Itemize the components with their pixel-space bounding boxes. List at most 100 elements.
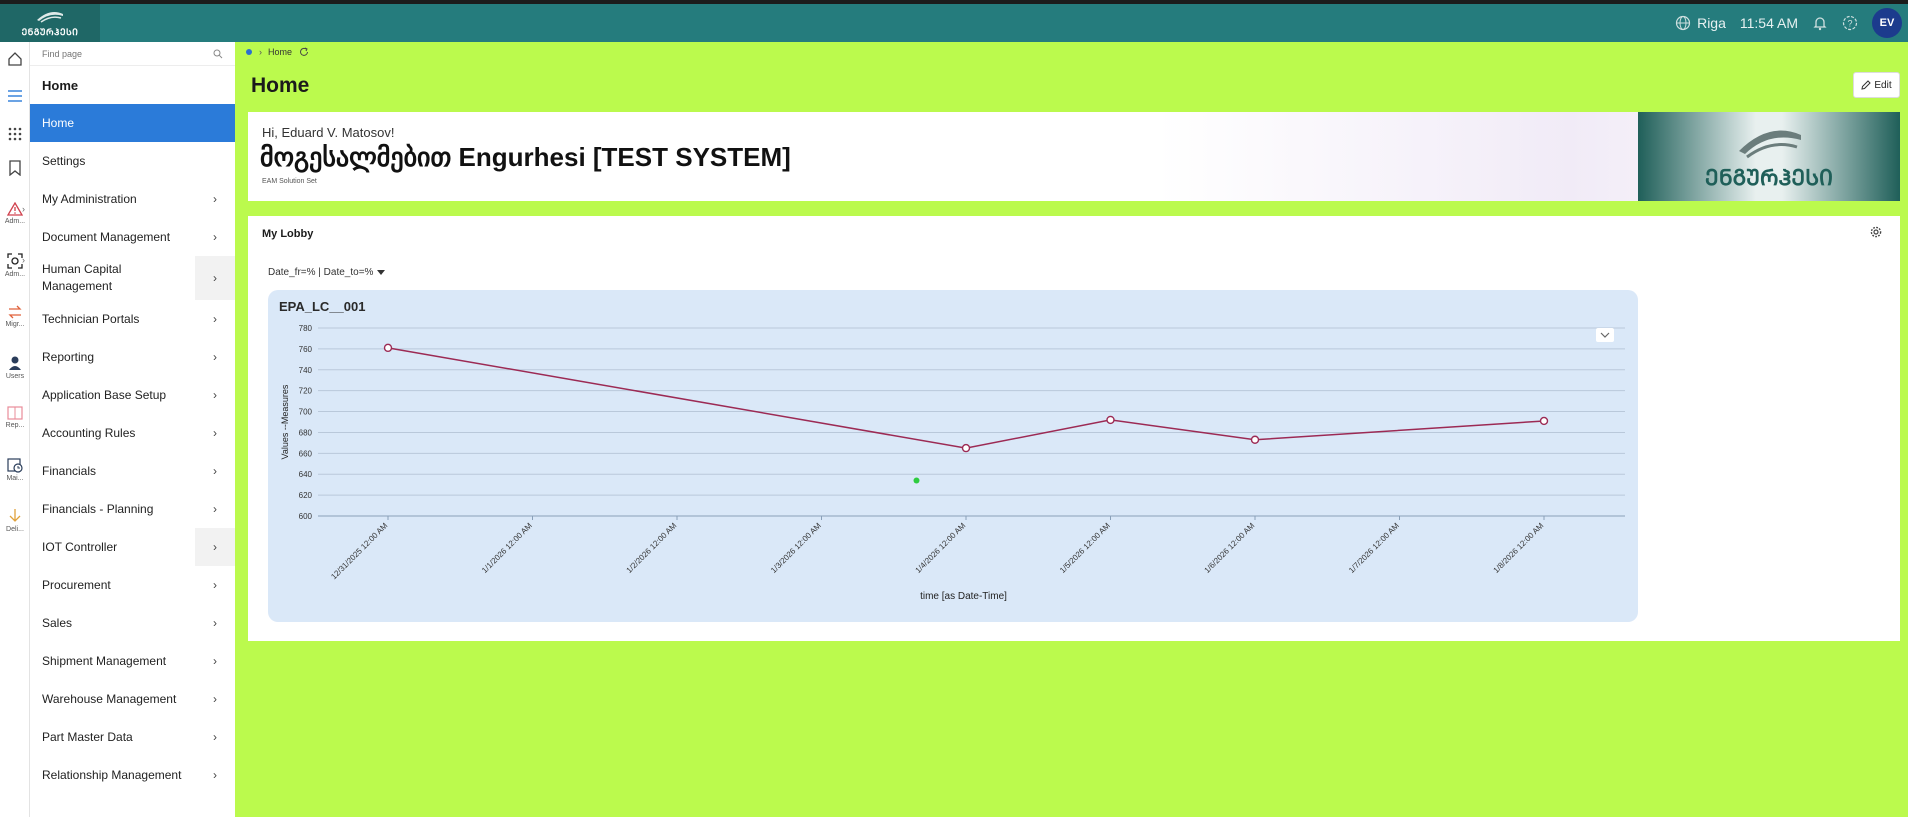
- chevron-right-icon[interactable]: ›: [195, 218, 235, 256]
- date-filter-dropdown[interactable]: Date_fr=% | Date_to=%: [268, 267, 386, 278]
- rail-caption: Deli...: [6, 526, 24, 533]
- chevron-right-icon[interactable]: ›: [195, 256, 235, 300]
- breadcrumb-root-icon[interactable]: [246, 49, 252, 55]
- sidebar-item-settings[interactable]: Settings: [30, 142, 235, 180]
- apps-grid-icon: [8, 127, 22, 141]
- line-chart: 600 620 640 660 680 700 720 740 760 780 12/31/2025…: [280, 324, 1625, 602]
- page-title: Home: [251, 74, 310, 97]
- find-page-input[interactable]: [42, 48, 192, 59]
- chevron-right-icon[interactable]: ›: [195, 642, 235, 680]
- alert-triangle-icon: [7, 202, 23, 216]
- chart-menu-button[interactable]: [1596, 328, 1614, 342]
- notifications-button[interactable]: [1812, 15, 1828, 31]
- banner-logo-text: ᲔᲜᲒᲣᲠᲰᲔᲡᲘ: [1705, 165, 1833, 190]
- chevron-right-icon[interactable]: ›: [195, 414, 235, 452]
- sidebar-item-human-capital[interactable]: Human Capital Management ›: [30, 256, 235, 300]
- app-logo[interactable]: ᲔᲜᲒᲣᲠᲰᲔᲡᲘ: [0, 4, 100, 42]
- sidebar-item-reporting[interactable]: Reporting ›: [30, 338, 235, 376]
- data-point: [961, 443, 971, 453]
- chevron-right-icon[interactable]: ›: [195, 376, 235, 414]
- rail-reports[interactable]: Rep...: [0, 406, 30, 429]
- sidebar-item-iot-controller[interactable]: IOT Controller ›: [30, 528, 235, 566]
- rail-menu[interactable]: [0, 89, 30, 103]
- sidebar-item-sales[interactable]: Sales ›: [30, 604, 235, 642]
- y-tick-label: 680: [299, 428, 313, 437]
- chevron-right-icon[interactable]: ›: [195, 452, 235, 490]
- x-tick-label: 1/2/2026 12:00 AM: [625, 521, 679, 575]
- x-tick-label: 1/1/2026 12:00 AM: [480, 521, 534, 575]
- clock: 11:54 AM: [1740, 15, 1798, 31]
- rail-migration[interactable]: Migr...: [0, 305, 30, 328]
- sidebar-item-financials[interactable]: Financials ›: [30, 452, 235, 490]
- chevron-right-icon[interactable]: ›: [195, 566, 235, 604]
- rail-maintenance[interactable]: Mai...: [0, 457, 30, 482]
- breadcrumb-current[interactable]: Home: [268, 47, 292, 57]
- x-tick-label: 1/7/2026 12:00 AM: [1347, 521, 1401, 575]
- svg-text:?: ?: [1847, 19, 1852, 29]
- extra-data-point: [913, 477, 920, 484]
- edit-button[interactable]: Edit: [1853, 72, 1900, 98]
- top-bar: ᲔᲜᲒᲣᲠᲰᲔᲡᲘ Riga 11:54 AM ? EV: [0, 4, 1908, 42]
- rail-caption: Migr...: [5, 321, 25, 328]
- sidebar-item-financials-planning[interactable]: Financials - Planning ›: [30, 490, 235, 528]
- data-point: [1106, 415, 1115, 425]
- rail-users[interactable]: Users: [0, 355, 30, 380]
- chevron-right-icon[interactable]: ›: [195, 300, 235, 338]
- time-label: 11:54 AM: [1739, 15, 1798, 31]
- sidebar-item-relationship-management[interactable]: Relationship Management ›: [30, 756, 235, 794]
- top-right-tools: Riga 11:54 AM ? EV: [1675, 4, 1908, 42]
- chevron-right-icon[interactable]: ›: [195, 490, 235, 528]
- menu-icon: [8, 90, 22, 102]
- rail-bookmarks[interactable]: [0, 160, 30, 176]
- report-book-icon: [7, 406, 23, 420]
- user-icon: [9, 356, 21, 370]
- chevron-right-icon[interactable]: ›: [195, 718, 235, 756]
- logo-text: ᲔᲜᲒᲣᲠᲰᲔᲡᲘ: [21, 27, 79, 37]
- y-tick-label: 660: [299, 449, 313, 458]
- banner-subtitle: EAM Solution Set: [262, 178, 317, 185]
- sidebar-item-home[interactable]: Home: [30, 104, 235, 142]
- sidebar-item-procurement[interactable]: Procurement ›: [30, 566, 235, 604]
- sidebar-item-shipment-management[interactable]: Shipment Management ›: [30, 642, 235, 680]
- rail-caption: Rep...: [5, 422, 25, 429]
- home-icon: [8, 52, 22, 66]
- chevron-right-icon[interactable]: ›: [195, 338, 235, 376]
- chevron-right-icon[interactable]: ›: [195, 604, 235, 642]
- sidebar-item-part-master-data[interactable]: Part Master Data ›: [30, 718, 235, 756]
- rail-delivery[interactable]: Deli...: [0, 508, 30, 533]
- search-icon[interactable]: [213, 49, 223, 59]
- y-tick-label: 640: [299, 470, 313, 479]
- y-tick-label: 740: [299, 366, 313, 375]
- pencil-icon: [1861, 80, 1872, 90]
- rail-apps[interactable]: [0, 127, 30, 141]
- rail-admin-scan[interactable]: Adm...: [0, 253, 30, 278]
- data-point: [1539, 416, 1549, 426]
- logo-mark-icon: [1739, 130, 1801, 159]
- user-avatar[interactable]: EV: [1872, 8, 1902, 38]
- chevron-right-icon[interactable]: ›: [195, 528, 235, 566]
- rail-home[interactable]: [0, 51, 30, 67]
- sidebar-item-application-base-setup[interactable]: Application Base Setup ›: [30, 376, 235, 414]
- chevron-right-icon[interactable]: ›: [195, 680, 235, 718]
- sidebar-item-my-administration[interactable]: My Administration ›: [30, 180, 235, 218]
- x-axis-label: time [as Date-Time]: [920, 591, 1007, 602]
- sidebar-item-technician-portals[interactable]: Technician Portals ›: [30, 300, 235, 338]
- gear-icon[interactable]: [1870, 226, 1882, 238]
- find-page-bar: [30, 42, 235, 66]
- refresh-icon[interactable]: [299, 47, 309, 57]
- chevron-right-icon[interactable]: ›: [195, 756, 235, 794]
- location-label: Riga: [1697, 15, 1726, 31]
- sidebar-item-document-management[interactable]: Document Management ›: [30, 218, 235, 256]
- sidebar-item-warehouse-management[interactable]: Warehouse Management ›: [30, 680, 235, 718]
- sidebar-title: Home: [42, 77, 79, 93]
- rail-caption: Mai...: [6, 475, 24, 482]
- scan-icon: [7, 253, 23, 269]
- chevron-right-icon[interactable]: ›: [195, 180, 235, 218]
- sidebar-item-accounting-rules[interactable]: Accounting Rules ›: [30, 414, 235, 452]
- rail-admin-alerts[interactable]: Adm...: [0, 202, 30, 225]
- bookmark-icon: [9, 160, 21, 176]
- help-button[interactable]: ?: [1842, 15, 1858, 31]
- caret-down-icon: [377, 269, 386, 275]
- rail-caption: Adm...: [4, 271, 26, 278]
- location-selector[interactable]: Riga: [1675, 15, 1726, 31]
